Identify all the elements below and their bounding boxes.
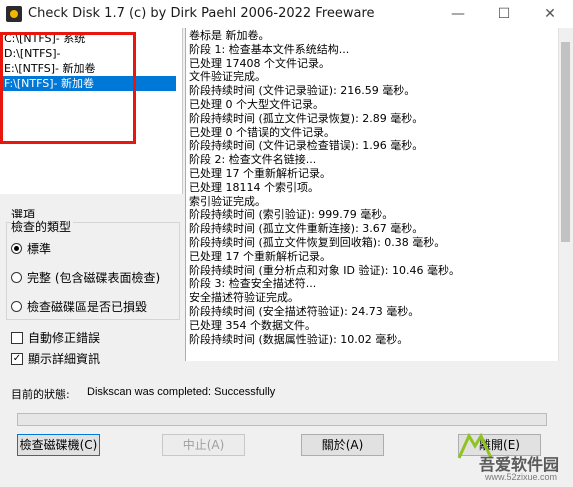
log-scrollbar[interactable] — [558, 28, 573, 361]
title-bar: Check Disk 1.7 (c) by Dirk Paehl 2006-20… — [0, 0, 573, 29]
status-value: Diskscan was completed: Successfully — [87, 386, 276, 398]
log-line: 阶段持续时间 (重分析点和对象 ID 验证): 10.46 毫秒。 — [189, 263, 460, 277]
log-line: 阶段持续时间 (孤立文件记录恢复): 2.89 毫秒。 — [189, 111, 424, 125]
radio-indicator[interactable] — [11, 272, 22, 283]
log-line: 安全描述符验证完成。 — [189, 291, 299, 305]
log-line: 阶段持续时间 (孤立文件重新连接): 3.67 毫秒。 — [189, 222, 424, 236]
drive-item[interactable]: C:\[NTFS]- 系统 — [0, 31, 176, 46]
radio-standard[interactable]: 標準 — [11, 240, 51, 257]
stop-button[interactable]: 中止(A) — [162, 434, 245, 456]
checkbox-label: 自動修正錯誤 — [28, 331, 101, 345]
log-line: 已处理 0 个大型文件记录。 — [189, 97, 324, 111]
log-line: 索引验证完成。 — [189, 194, 266, 208]
radio-check-corruption[interactable]: 檢查磁碟區是否已損毀 — [11, 298, 147, 315]
checkbox-indicator[interactable] — [11, 331, 23, 344]
radio-label: 檢查磁碟區是否已損毀 — [27, 300, 148, 314]
check-disk-button[interactable]: 檢查磁碟機(C) — [17, 434, 100, 456]
checkbox-label: 顯示詳細資訊 — [28, 352, 101, 366]
app-icon — [6, 6, 22, 22]
drive-item[interactable]: E:\[NTFS]- 新加卷 — [0, 61, 176, 76]
check-type-label: 檢查的類型 — [11, 218, 74, 235]
log-line: 阶段 2: 检查文件名链接... — [189, 153, 317, 167]
checkbox-show-details[interactable]: ✓ 顯示詳細資訊 — [11, 350, 100, 367]
log-line: 卷标是 新加卷。 — [189, 29, 270, 42]
drive-item-selected[interactable]: F:\[NTFS]- 新加卷 — [0, 76, 176, 91]
log-line: 已处理 17 个重新解析记录。 — [189, 249, 331, 263]
checkbox-indicator[interactable]: ✓ — [11, 352, 23, 365]
radio-indicator[interactable] — [11, 301, 22, 312]
log-line: 已处理 17 个重新解析记录。 — [189, 166, 331, 180]
status-label: 目前的狀態: — [11, 388, 70, 401]
watermark-url: www.52zixue.com — [485, 472, 558, 482]
log-line: 已处理 17408 个文件记录。 — [189, 56, 330, 70]
drive-list[interactable]: C:\[NTFS]- 系统 D:\[NTFS]- E:\[NTFS]- 新加卷 … — [0, 28, 183, 194]
log-line: 文件验证完成。 — [189, 70, 266, 84]
maximize-button[interactable]: ☐ — [481, 0, 527, 28]
minimize-button[interactable]: — — [435, 0, 481, 28]
radio-label: 完整 (包含磁碟表面檢查) — [27, 271, 161, 285]
radio-full[interactable]: 完整 (包含磁碟表面檢查) — [11, 269, 160, 286]
log-line: 已处理 0 个错误的文件记录。 — [189, 125, 335, 139]
checkbox-auto-fix[interactable]: 自動修正錯誤 — [11, 329, 100, 346]
log-lines: 卷标是 新加卷。 阶段 1: 检查基本文件系统结构... 已处理 17408 个文件… — [189, 29, 557, 346]
log-line: 阶段 1: 检查基本文件系统结构... — [189, 42, 350, 56]
log-line: 阶段持续时间 (文件记录检查错误): 1.96 毫秒。 — [189, 139, 424, 153]
radio-label: 標準 — [27, 242, 52, 256]
log-line: 阶段持续时间 (孤立文件恢复到回收箱): 0.38 毫秒。 — [189, 235, 446, 249]
log-line: 已处理 18114 个索引项。 — [189, 180, 319, 194]
log-line: 阶段持续时间 (安全描述符验证): 24.73 毫秒。 — [189, 304, 420, 318]
radio-indicator[interactable] — [11, 243, 22, 254]
log-line: 阶段 3: 检查安全描述符... — [189, 277, 317, 291]
log-line: 阶段持续时间 (数据属性验证): 10.02 毫秒。 — [189, 332, 409, 346]
log-line: 阶段持续时间 (索引验证): 999.79 毫秒。 — [189, 208, 394, 222]
exit-button[interactable]: 離開(E) — [458, 434, 541, 456]
window-title: Check Disk 1.7 (c) by Dirk Paehl 2006-20… — [28, 6, 375, 21]
log-line: 已处理 354 个数据文件。 — [189, 318, 316, 332]
drive-item[interactable]: D:\[NTFS]- — [0, 46, 176, 61]
log-output[interactable]: 卷标是 新加卷。 阶段 1: 检查基本文件系统结构... 已处理 17408 个文件… — [185, 28, 573, 361]
close-button[interactable]: ✕ — [527, 0, 573, 28]
log-scrollbar-thumb[interactable] — [561, 42, 570, 242]
log-line: 阶段持续时间 (文件记录验证): 216.59 毫秒。 — [189, 84, 416, 98]
about-button[interactable]: 關於(A) — [301, 434, 384, 456]
progress-bar — [17, 413, 547, 426]
